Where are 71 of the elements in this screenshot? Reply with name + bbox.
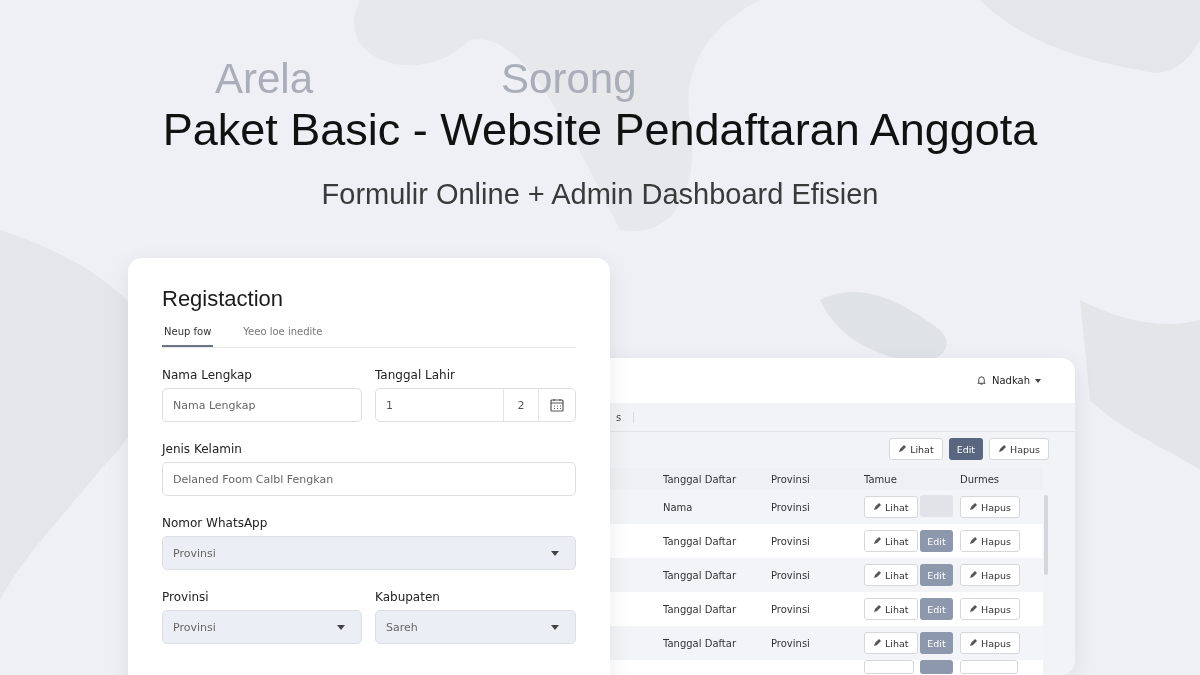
delete-button[interactable] — [960, 660, 1018, 674]
table-cell-text: Provinsi — [771, 535, 811, 547]
table-cell-text: Provinsi — [771, 569, 811, 581]
edit-button[interactable]: Edit — [948, 438, 984, 460]
day-value: 1 — [385, 398, 394, 412]
form-tab[interactable]: Neup fow — [162, 324, 214, 347]
pencil-icon — [969, 503, 977, 511]
view-button[interactable]: Lihat — [864, 530, 918, 552]
view-button[interactable]: Lihat — [864, 632, 918, 654]
field-label: Tanggal Lahir — [375, 368, 456, 382]
user-menu[interactable]: Nadkah — [991, 375, 1030, 386]
field-label: Nama Lengkap — [162, 368, 253, 382]
view-button[interactable] — [864, 660, 914, 674]
pencil-icon — [969, 537, 977, 545]
table-cell-text: Nama — [663, 501, 694, 513]
pencil-icon — [969, 571, 977, 579]
pencil-icon — [969, 639, 977, 647]
nav-tab[interactable]: s — [616, 411, 635, 423]
field-label: Nomor WhatsApp — [162, 516, 269, 530]
toolbar-button[interactable]: Hapus — [989, 438, 1049, 460]
toolbar-button[interactable]: Lihat — [889, 438, 943, 460]
map-label: Sorong — [501, 55, 637, 103]
pencil-icon — [873, 605, 881, 613]
field-label: Provinsi — [162, 590, 210, 604]
field-label: Jenis Kelamin — [162, 442, 243, 456]
delete-button[interactable]: Hapus — [960, 496, 1020, 518]
delete-button[interactable]: Hapus — [960, 632, 1020, 654]
pencil-icon — [873, 639, 881, 647]
view-button[interactable]: Lihat — [864, 564, 918, 586]
field-label: Kabupaten — [375, 590, 441, 604]
map-label: Arela — [215, 55, 314, 103]
table-cell-text: Tanggal Daftar — [663, 569, 738, 581]
column-header: Tamue — [864, 473, 898, 485]
pencil-icon — [998, 445, 1007, 453]
table-cell-text: Provinsi — [771, 603, 811, 615]
date-field[interactable]: 1 2 — [375, 388, 576, 422]
column-header: Tanggal Daftar — [663, 473, 738, 485]
subheadline: Formulir Online + Admin Dashboard Efisien — [320, 178, 880, 211]
text-field[interactable]: Delaned Foom Calbl Fengkan — [162, 462, 576, 496]
form-title: Registaction — [162, 286, 285, 312]
caret-icon — [551, 624, 559, 630]
table-cell-text: Provinsi — [771, 637, 811, 649]
column-header: Provinsi — [771, 473, 811, 485]
form-tab[interactable]: Yeeo loe inedite — [241, 324, 325, 347]
caret-icon — [337, 624, 345, 630]
pencil-icon — [873, 571, 881, 579]
calendar-icon[interactable] — [550, 398, 564, 412]
table-cell-text: Tanggal Daftar — [663, 637, 738, 649]
month-value: 2 — [503, 389, 538, 421]
table-cell-text: Tanggal Daftar — [663, 535, 738, 547]
table-cell-text: Provinsi — [771, 501, 811, 513]
dropdown-field[interactable]: Provinsi — [162, 536, 576, 570]
dropdown-field[interactable]: Provinsi — [162, 610, 362, 644]
view-button[interactable]: Lihat — [864, 598, 918, 620]
column-header: Durmes — [960, 473, 1001, 485]
edit-button[interactable] — [920, 660, 953, 674]
delete-button[interactable]: Hapus — [960, 598, 1020, 620]
delete-button[interactable]: Hapus — [960, 564, 1020, 586]
pencil-icon — [873, 537, 881, 545]
table-cell-text: Tanggal Daftar — [663, 603, 738, 615]
delete-button[interactable]: Hapus — [960, 530, 1020, 552]
bell-icon — [975, 375, 987, 386]
caret-icon — [1035, 378, 1041, 383]
pencil-icon — [969, 605, 977, 613]
text-field[interactable]: Nama Lengkap — [162, 388, 362, 422]
caret-icon — [551, 550, 559, 556]
view-button[interactable]: Lihat — [864, 496, 918, 518]
dropdown-field[interactable]: Sareh — [375, 610, 576, 644]
pencil-icon — [873, 503, 881, 511]
pencil-icon — [898, 445, 907, 453]
headline: Paket Basic - Website Pendaftaran Anggota — [161, 104, 1039, 156]
